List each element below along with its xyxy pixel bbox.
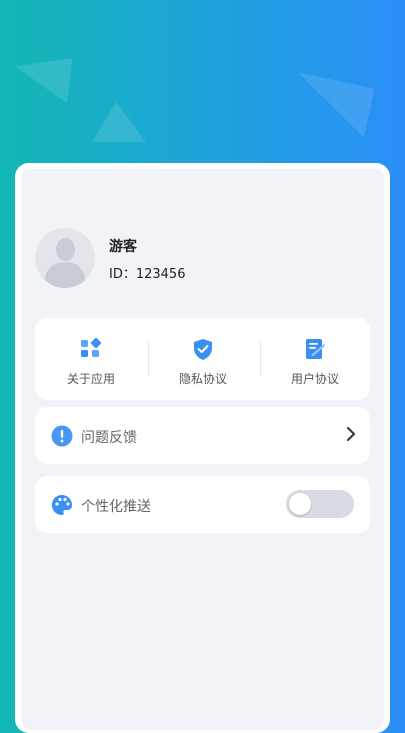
about-app-button[interactable]: 关于应用 [35,318,147,400]
avatar-body [45,262,85,288]
background-decoration [287,72,375,138]
document-edit-icon [306,339,326,359]
user-agreement-button[interactable]: 用户协议 [259,318,371,400]
personalized-push-row: 个性化推送 [35,476,370,533]
avatar[interactable] [35,228,95,288]
exclamation-circle-icon [51,425,73,447]
personalized-push-label: 个性化推送 [81,499,151,515]
privacy-policy-label: 隐私协议 [178,372,227,386]
user-id: ID：123456 [109,267,186,282]
personalized-push-toggle[interactable] [286,490,354,518]
shield-check-icon [194,339,212,360]
toggle-knob [289,493,311,515]
user-agreement-label: 用户协议 [290,372,339,386]
background-decoration [15,58,79,110]
feedback-row[interactable]: 问题反馈 [35,407,370,464]
privacy-policy-button[interactable]: 隐私协议 [147,318,259,400]
chevron-right-icon [347,427,355,441]
about-app-label: 关于应用 [66,372,115,386]
quick-actions-panel: 关于应用 隐私协议 用户协议 [35,318,370,400]
palette-icon [52,495,72,515]
avatar-head [56,238,75,261]
username: 游客 [109,239,137,255]
apps-icon [81,337,102,357]
background-decoration [92,102,146,142]
feedback-label: 问题反馈 [81,430,137,446]
